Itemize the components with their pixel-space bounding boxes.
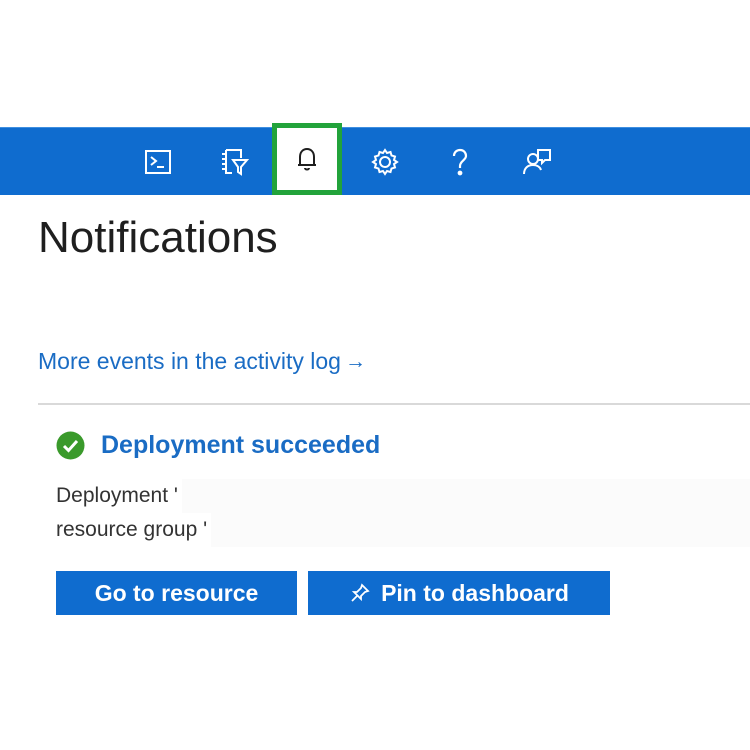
redacted-text <box>211 513 750 547</box>
notification-line2-text: resource group ' <box>56 518 208 541</box>
notification-line1-text: Deployment ' <box>56 484 178 507</box>
pin-to-dashboard-button[interactable]: Pin to dashboard <box>308 571 610 615</box>
activity-log-link-label: More events in the activity log <box>38 348 341 374</box>
go-to-resource-button[interactable]: Go to resource <box>56 571 297 615</box>
bell-icon <box>298 147 316 171</box>
cloud-shell-icon <box>145 149 171 174</box>
feedback-icon <box>523 148 551 174</box>
directory-filter-icon <box>222 148 250 176</box>
activity-log-link[interactable]: More events in the activity log → <box>38 348 366 375</box>
notifications-button[interactable] <box>272 123 342 195</box>
feedback-button[interactable] <box>505 128 569 195</box>
check-circle-icon <box>56 431 85 459</box>
settings-button[interactable] <box>353 128 417 195</box>
pin-icon <box>351 583 370 602</box>
page-title: Notifications <box>38 213 278 262</box>
redacted-text <box>181 479 750 513</box>
pin-to-dashboard-label: Pin to dashboard <box>381 579 569 606</box>
notification-header: Deployment succeeded <box>56 425 750 465</box>
help-icon <box>452 148 468 175</box>
gear-icon <box>371 147 399 176</box>
top-nav-bar <box>0 123 750 195</box>
divider <box>38 403 750 405</box>
notification-line-resource-group: resource group ' <box>56 513 750 547</box>
arrow-right-icon: → <box>344 349 366 373</box>
notification-item: Deployment succeeded Deployment ' resour… <box>56 425 750 547</box>
help-button[interactable] <box>428 128 492 195</box>
notification-line-deployment: Deployment ' <box>56 479 750 513</box>
notification-actions: Go to resource Pin to dashboard <box>56 571 610 615</box>
notification-body: Deployment ' resource group ' <box>56 479 750 547</box>
cloud-shell-button[interactable] <box>126 128 190 195</box>
directory-filter-button[interactable] <box>202 128 266 195</box>
notification-title[interactable]: Deployment succeeded <box>101 431 380 460</box>
